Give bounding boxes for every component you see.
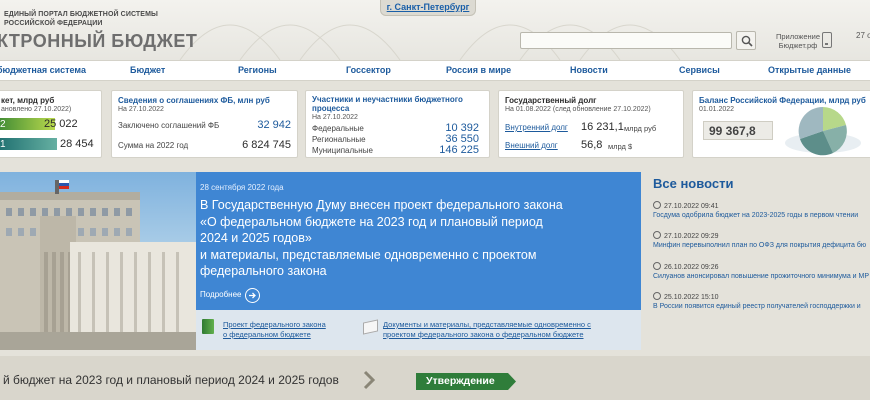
nav-item-regions[interactable]: Регионы — [238, 65, 277, 75]
budget-income-left-value: 2 — [0, 119, 6, 130]
budget-card[interactable]: кет, млрд руб ановлено 27.10.2022) 2 25 … — [0, 90, 102, 158]
draft-law-link[interactable]: Проект федерального закона о федеральном… — [223, 320, 326, 340]
participants-card[interactable]: Участники и неучастники бюджетного проце… — [305, 90, 490, 158]
materials-link[interactable]: Документы и материалы, представляемые од… — [383, 320, 591, 340]
news-item-2-link[interactable]: Минфин перевыполнил план по ОФЗ для покр… — [653, 242, 866, 249]
nav-item-budget-system[interactable]: бюджетная система — [0, 65, 86, 75]
nav-item-budget[interactable]: Бюджет — [130, 65, 165, 75]
nav-item-services[interactable]: Сервисы — [679, 65, 720, 75]
brand-logo-text[interactable]: КТРОННЫЙ БЮДЖЕТ — [0, 31, 197, 52]
nav-item-news[interactable]: Новости — [570, 65, 608, 75]
book-icon — [202, 319, 214, 334]
debt-card-subtitle: На 01.08.2022 (след обновление 27.10.202… — [505, 106, 651, 113]
hero-headline-line5: федерального закона — [200, 264, 327, 278]
news-item-3-link[interactable]: Силуанов анонсировал повышение прожиточн… — [653, 273, 869, 280]
portal-title-line2: РОССИЙСКОЙ ФЕДЕРАЦИИ — [4, 20, 103, 27]
portal-title-line1: ЕДИНЫЙ ПОРТАЛ БЮДЖЕТНОЙ СИСТЕМЫ — [4, 11, 158, 18]
hero-headline-line2: «О федеральном бюджете на 2023 год и пла… — [200, 214, 543, 229]
internal-debt-link[interactable]: Внутренний долг — [505, 123, 568, 132]
hero-headline-line1: В Государственную Думу внесен проект фед… — [200, 198, 563, 212]
all-news-link[interactable]: Все новости — [653, 176, 733, 191]
budget-card-subtitle: ановлено 27.10.2022) — [1, 106, 72, 113]
search-input[interactable] — [520, 32, 732, 49]
participants-regional-label: Региональные — [312, 135, 366, 144]
approval-stage-tag[interactable]: Утверждение — [416, 373, 516, 390]
agreements-card-title: Сведения о соглашениях ФБ, млн руб — [118, 96, 270, 105]
agreements-sum-value: 6 824 745 — [242, 139, 291, 151]
external-debt-value: 56,8 — [581, 139, 603, 151]
debt-card-title: Государственный долг — [505, 96, 597, 105]
draft-law-link-line1[interactable]: Проект федерального закона — [223, 320, 326, 330]
phone-icon[interactable] — [822, 32, 832, 48]
external-debt-unit: млрд $ — [608, 142, 633, 151]
participants-card-title-line2: процесса — [312, 104, 350, 113]
budget-expense-left-value: 1 — [0, 139, 6, 150]
chevron-right-icon[interactable] — [362, 370, 376, 390]
external-debt-link[interactable]: Внешний долг — [505, 141, 558, 150]
arrow-right-circle-icon[interactable] — [245, 288, 260, 303]
news-item-4-time: 25.10.2022 15:10 — [653, 292, 719, 301]
debt-card[interactable]: Государственный долг На 01.08.2022 (след… — [498, 90, 684, 158]
participants-municipal-value: 146 225 — [439, 144, 479, 156]
hero-headline[interactable]: В Государственную Думу внесен проект фед… — [200, 197, 630, 280]
news-item-3-time: 26.10.2022 09:26 — [653, 262, 719, 271]
news-item-4-link[interactable]: В России появится единый реестр получате… — [653, 303, 861, 310]
balance-value: 99 367,8 — [703, 121, 773, 140]
city-selector[interactable]: г. Санкт-Петербург — [380, 0, 476, 16]
duma-building-illustration — [0, 180, 196, 350]
city-selector-label[interactable]: г. Санкт-Петербург — [387, 2, 470, 12]
nav-item-open-data[interactable]: Открытые данные — [768, 65, 851, 75]
balance-pie-icon — [785, 106, 861, 156]
budget-income-value: 25 022 — [44, 118, 78, 130]
participants-municipal-label: Муниципальные — [312, 146, 373, 155]
news-item-1-time: 27.10.2022 09:41 — [653, 201, 719, 210]
agreements-count-label: Заключено соглашений ФБ — [118, 121, 220, 130]
draft-law-link-line2[interactable]: о федеральном бюджете — [223, 330, 326, 340]
agreements-count-value: 32 942 — [257, 119, 291, 131]
budget-stage-title[interactable]: й бюджет на 2023 год и плановый период 2… — [3, 373, 339, 387]
header-date: 27 о — [856, 31, 870, 40]
search-icon — [741, 35, 753, 47]
materials-link-line2[interactable]: проектом федерального закона о федеральн… — [383, 330, 591, 340]
news-item-2-time: 27.10.2022 09:29 — [653, 231, 719, 240]
budget-expense-bar — [0, 138, 57, 150]
participants-card-subtitle: На 27.10.2022 — [312, 114, 358, 121]
agreements-card[interactable]: Сведения о соглашениях ФБ, млн руб На 27… — [111, 90, 298, 158]
hero-date: 28 сентября 2022 года — [200, 183, 284, 192]
budget-expense-value: 28 454 — [60, 138, 94, 150]
internal-debt-value: 16 231,1 — [581, 121, 624, 133]
agreements-sum-label: Сумма на 2022 год — [118, 141, 189, 150]
balance-card-subtitle: 01.01.2022 — [699, 106, 735, 113]
participants-card-title-line1: Участники и неучастники бюджетного — [312, 95, 463, 104]
main-nav: бюджетная система Бюджет Регионы Госсект… — [0, 60, 870, 81]
duma-building-photo — [0, 172, 196, 350]
hero-more-link[interactable]: Подробнее — [200, 290, 242, 299]
materials-link-line1[interactable]: Документы и материалы, представляемые од… — [383, 320, 591, 330]
news-item-1-link[interactable]: Госдума одобрила бюджет на 2023-2025 год… — [653, 212, 858, 219]
budget-card-title: кет, млрд руб — [1, 96, 55, 105]
nav-item-russia-world[interactable]: Россия в мире — [446, 65, 511, 75]
hero-headline-line3: 2024 и 2025 годов» — [200, 231, 312, 245]
nav-item-public-sector[interactable]: Госсектор — [346, 65, 391, 75]
hero-headline-line4: и материалы, представляемые одновременно… — [200, 247, 537, 262]
internal-debt-unit: млрд руб — [624, 124, 657, 133]
agreements-card-subtitle: На 27.10.2022 — [118, 106, 164, 113]
participants-federal-label: Федеральные — [312, 124, 364, 133]
search-button[interactable] — [736, 31, 756, 50]
app-link-label[interactable]: Приложение Бюджет.рф — [773, 32, 823, 50]
